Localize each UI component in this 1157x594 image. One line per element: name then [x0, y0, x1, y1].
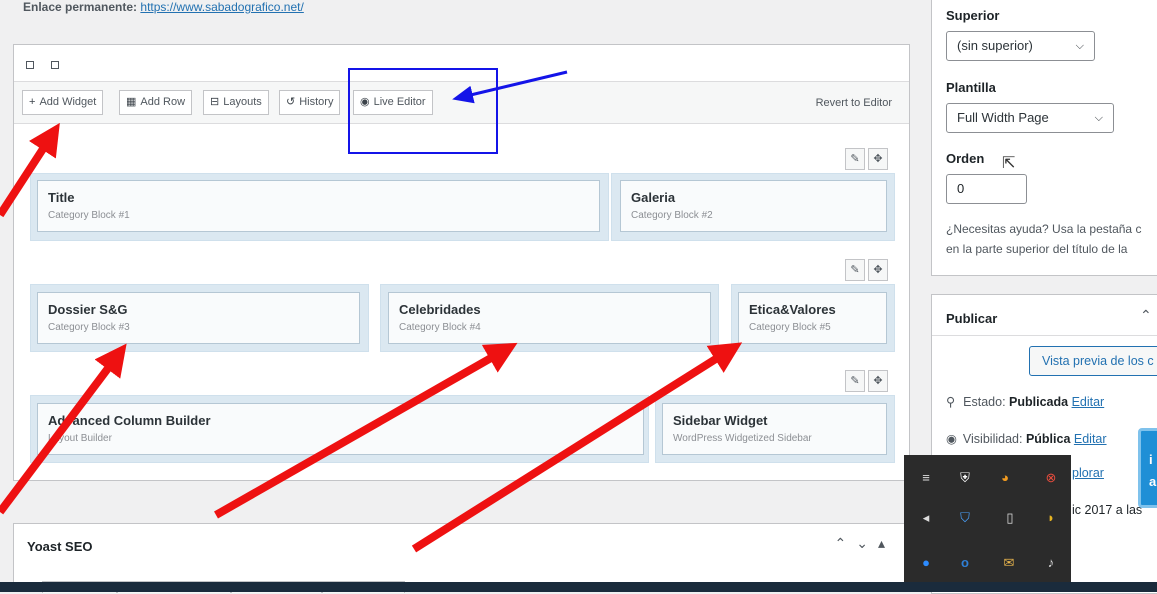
- widget-title: Sidebar Widget: [673, 413, 768, 428]
- widget-subtitle: Category Block #2: [631, 210, 713, 221]
- chrome-icon[interactable]: ◕: [997, 470, 1013, 486]
- outlook-icon[interactable]: o: [957, 555, 973, 571]
- help-text: ¿Necesitas ayuda? Usa la pestaña c: [946, 222, 1142, 236]
- move-icon[interactable]: ✥: [868, 370, 888, 392]
- add-widget-button[interactable]: + Add Widget: [22, 90, 104, 115]
- help-text: en la parte superior del título de la: [946, 242, 1128, 256]
- disk-error-icon[interactable]: ⊗: [1043, 470, 1059, 486]
- widget-title: Celebridades: [399, 302, 481, 317]
- published-date: ic 2017 a las: [1072, 503, 1143, 517]
- divider: [932, 335, 1157, 336]
- layouts-button[interactable]: ⊟ Layouts: [203, 90, 269, 115]
- square-icon[interactable]: [51, 61, 59, 69]
- status-row: ⚲ Estado: Publicada Editar: [946, 395, 1105, 409]
- widget-card[interactable]: Celebridades Category Block #4: [388, 292, 711, 344]
- widget-title: Galeria: [631, 190, 676, 205]
- chevron-down-icon[interactable]: ⌄: [856, 535, 878, 551]
- permalink-link[interactable]: https://www.sabadografico.net/: [140, 0, 303, 14]
- widget-card[interactable]: Dossier S&G Category Block #3: [37, 292, 360, 344]
- shield-icon[interactable]: ⛨: [957, 470, 973, 486]
- widget-card[interactable]: Galeria Category Block #2: [620, 180, 887, 232]
- row-tools: ✎ ✥: [845, 259, 889, 281]
- notification-tooltip: i a: [1138, 428, 1157, 508]
- preview-button[interactable]: Vista previa de los c: [1029, 346, 1157, 376]
- widget-subtitle: Category Block #1: [48, 210, 130, 221]
- eye-icon: ◉: [946, 432, 957, 446]
- chevron-down-icon: ⌵: [1075, 40, 1084, 52]
- plus-icon: +: [29, 96, 36, 108]
- widget-title: Etica&Valores: [749, 302, 836, 317]
- order-input[interactable]: 0: [946, 174, 1027, 204]
- widget-title: Advanced Column Builder: [48, 413, 211, 428]
- mail-icon[interactable]: ✉: [1001, 555, 1017, 571]
- permalink-row: Enlace permanente: https://www.sabadogra…: [23, 0, 304, 14]
- revisions-link[interactable]: plorar: [1072, 466, 1104, 480]
- mouse-cursor-icon: ⇱: [1002, 155, 1016, 172]
- network-icon[interactable]: ◂: [918, 510, 934, 526]
- parent-label: Superior: [946, 8, 1000, 23]
- visibility-edit-link[interactable]: Editar: [1074, 432, 1107, 446]
- chevron-down-icon: ⌵: [1094, 112, 1103, 124]
- security-icon[interactable]: ◗: [1043, 510, 1059, 526]
- annotation-highlight-box: [348, 68, 498, 154]
- widget-title: Title: [48, 190, 75, 205]
- square-icon[interactable]: [26, 61, 34, 69]
- taskbar: [0, 582, 1157, 592]
- revert-to-editor-link[interactable]: Revert to Editor: [816, 97, 892, 109]
- system-tray-overflow: ≡ ⛨ ◕ ⊗ ◂ ⛉ ▯ ◗ ● o ✉ ♪: [904, 455, 1071, 582]
- widget-card[interactable]: Etica&Valores Category Block #5: [738, 292, 887, 344]
- widget-card[interactable]: Title Category Block #1: [37, 180, 600, 232]
- widget-title: Dossier S&G: [48, 302, 128, 317]
- caret-up-icon[interactable]: ▴: [878, 535, 895, 551]
- row-tools: ✎ ✥: [845, 148, 889, 170]
- yoast-title: Yoast SEO: [27, 539, 93, 554]
- wrench-icon[interactable]: ✎: [845, 259, 865, 281]
- widget-subtitle: Layout Builder: [48, 433, 112, 444]
- usb-icon[interactable]: ▯: [1002, 510, 1018, 526]
- history-icon: ↺: [286, 96, 296, 108]
- template-select[interactable]: Full Width Page ⌵: [946, 103, 1114, 133]
- permalink-label: Enlace permanente:: [23, 0, 138, 14]
- move-icon[interactable]: ✥: [868, 259, 888, 281]
- add-row-button[interactable]: ▦ Add Row: [119, 90, 193, 115]
- row-tools: ✎ ✥: [845, 370, 889, 392]
- layouts-icon: ⊟: [210, 96, 220, 108]
- move-icon[interactable]: ✥: [868, 148, 888, 170]
- status-edit-link[interactable]: Editar: [1072, 395, 1105, 409]
- teamviewer-icon[interactable]: ●: [918, 555, 934, 571]
- widget-subtitle: Category Block #3: [48, 322, 130, 333]
- vpn-shield-icon[interactable]: ⛉: [957, 510, 973, 526]
- wrench-icon[interactable]: ✎: [845, 148, 865, 170]
- widget-subtitle: Category Block #4: [399, 322, 481, 333]
- history-button[interactable]: ↺ History: [279, 90, 341, 115]
- volume-icon[interactable]: ♪: [1043, 555, 1059, 571]
- page-attributes-box: Superior (sin superior) ⌵ Plantilla Full…: [931, 0, 1157, 276]
- widget-subtitle: Category Block #5: [749, 322, 831, 333]
- order-label: Orden: [946, 151, 985, 166]
- widget-card[interactable]: Sidebar Widget WordPress Widgetized Side…: [662, 403, 887, 455]
- widget-subtitle: WordPress Widgetized Sidebar: [673, 433, 812, 444]
- pin-icon: ⚲: [946, 395, 956, 409]
- chevron-up-icon[interactable]: ⌃: [835, 535, 857, 551]
- box-controls: ⌃⌄▴: [835, 535, 896, 552]
- visibility-row: ◉ Visibilidad: Pública Editar: [946, 432, 1107, 446]
- list-icon[interactable]: ≡: [918, 470, 934, 486]
- publish-title: Publicar: [946, 311, 998, 326]
- wrench-icon[interactable]: ✎: [845, 370, 865, 392]
- grid-icon: ▦: [126, 96, 137, 108]
- parent-select[interactable]: (sin superior) ⌵: [946, 31, 1095, 61]
- widget-card[interactable]: Advanced Column Builder Layout Builder: [37, 403, 644, 455]
- chevron-up-icon[interactable]: ⌃: [1140, 307, 1152, 324]
- template-label: Plantilla: [946, 80, 996, 95]
